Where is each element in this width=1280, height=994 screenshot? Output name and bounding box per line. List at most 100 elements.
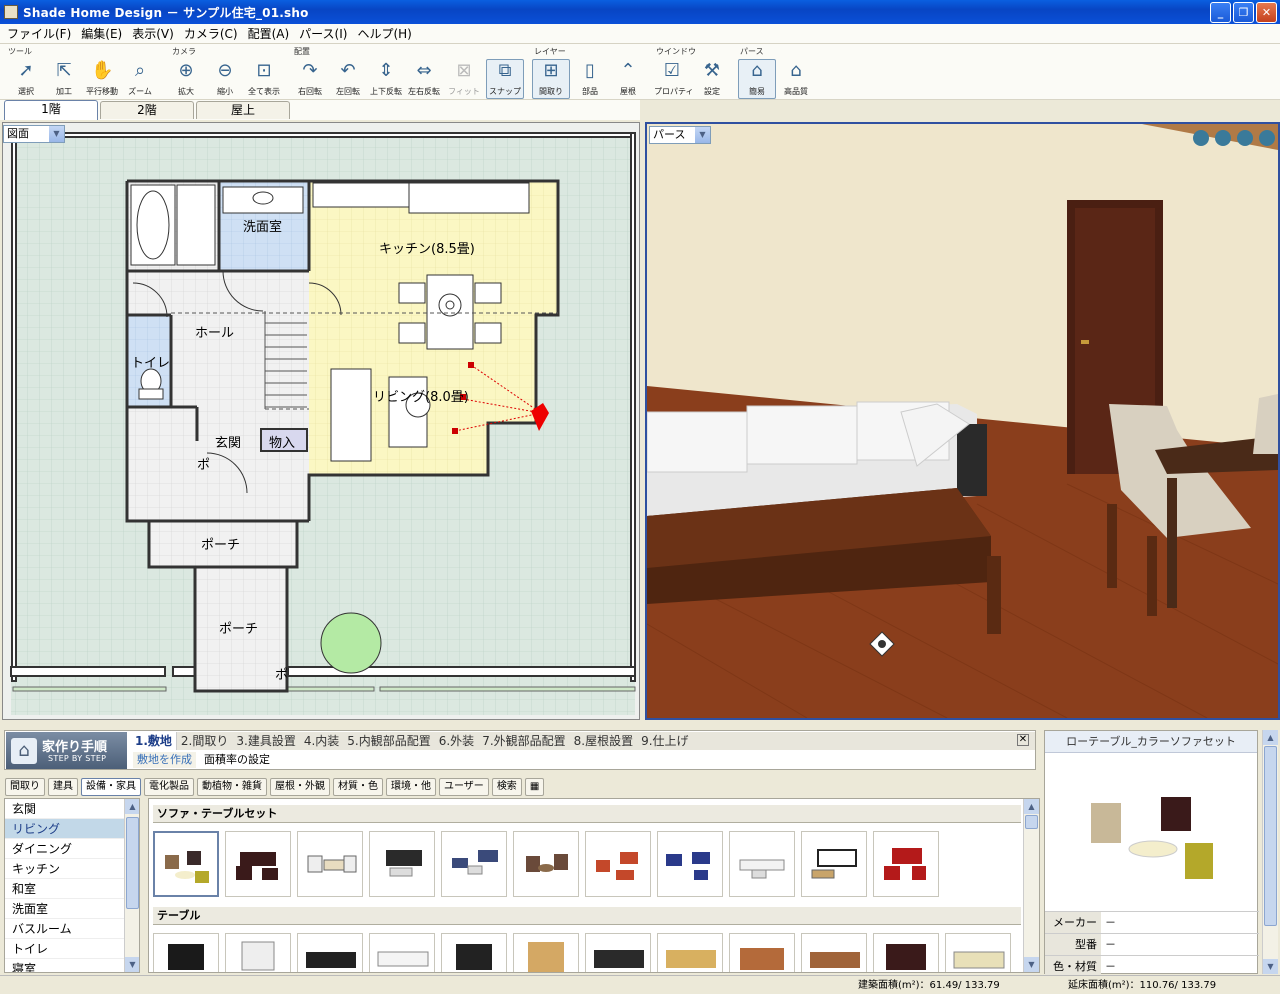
furniture-thumb[interactable]	[657, 831, 723, 897]
menu-place[interactable]: 配置(A)	[243, 25, 295, 42]
room-item-kitchen[interactable]: キッチン	[5, 859, 125, 879]
flip-vertical-button[interactable]: ⇕ 上下反転	[368, 60, 404, 100]
menu-perspective[interactable]: パース(I)	[294, 25, 352, 42]
step-exterior-parts[interactable]: 7.外観部品配置	[478, 732, 569, 750]
room-item-washroom[interactable]: 洗面室	[5, 899, 125, 919]
furniture-thumb[interactable]	[873, 831, 939, 897]
zoom-in-button[interactable]: ⊕ 拡大	[168, 60, 204, 100]
close-button[interactable]: ✕	[1256, 2, 1277, 23]
furniture-thumb[interactable]	[297, 831, 363, 897]
step-site[interactable]: 1.敷地	[131, 732, 177, 750]
room-item-living[interactable]: リビング	[5, 819, 125, 839]
tab-materials[interactable]: 材質・色	[333, 778, 383, 796]
scroll-down-icon[interactable]: ▼	[1263, 959, 1278, 974]
furniture-thumb[interactable]	[513, 933, 579, 972]
preview-scrollbar[interactable]: ▲ ▼	[1262, 730, 1278, 974]
show-all-button[interactable]: ⊡ 全て表示	[246, 60, 282, 100]
menu-help[interactable]: ヘルプ(H)	[352, 25, 416, 42]
furniture-thumb[interactable]	[729, 831, 795, 897]
furniture-thumb[interactable]	[369, 933, 435, 972]
tab-floor-1[interactable]: 1階	[4, 100, 98, 120]
tab-plants[interactable]: 動植物・雑貨	[197, 778, 267, 796]
furniture-thumb[interactable]	[585, 831, 651, 897]
scroll-thumb[interactable]	[1025, 815, 1038, 829]
layer-layout-button[interactable]: ⊞ 間取り	[532, 59, 570, 99]
grid-view-icon[interactable]: ▦	[524, 778, 545, 796]
gallery-scrollbar[interactable]: ▲ ▼	[1023, 799, 1039, 972]
tab-roof-exterior[interactable]: 屋根・外観	[270, 778, 330, 796]
tab-user[interactable]: ユーザー	[439, 778, 489, 796]
property-button[interactable]: ☑ プロパティ	[654, 60, 694, 100]
scroll-up-icon[interactable]: ▲	[125, 799, 139, 814]
edit-button[interactable]: ⇱ 加工	[46, 60, 82, 100]
tab-environment[interactable]: 環境・他	[386, 778, 436, 796]
furniture-thumb[interactable]	[657, 933, 723, 972]
furniture-thumb[interactable]	[873, 933, 939, 972]
furniture-thumb[interactable]	[801, 933, 867, 972]
layer-parts-button[interactable]: ▯ 部品	[572, 60, 608, 100]
step-interior[interactable]: 4.内装	[300, 732, 343, 750]
room-item-japanese[interactable]: 和室	[5, 879, 125, 899]
substep-create-site[interactable]: 敷地を作成	[133, 752, 196, 768]
select-button[interactable]: ➚ 選択	[8, 60, 44, 100]
step-finish[interactable]: 9.仕上げ	[637, 732, 692, 750]
close-icon[interactable]: ✕	[1017, 734, 1029, 746]
scroll-down-icon[interactable]: ▼	[1024, 957, 1039, 972]
room-item-dining[interactable]: ダイニング	[5, 839, 125, 859]
furniture-thumb[interactable]	[513, 831, 579, 897]
tab-rooftop[interactable]: 屋上	[196, 101, 290, 119]
furniture-thumb[interactable]	[801, 831, 867, 897]
flip-horizontal-button[interactable]: ⇔ 左右反転	[406, 60, 442, 100]
furniture-thumb[interactable]	[729, 933, 795, 972]
step-exterior[interactable]: 6.外装	[435, 732, 478, 750]
minimize-button[interactable]: _	[1210, 2, 1231, 23]
furniture-thumb[interactable]	[297, 933, 363, 972]
tab-layout[interactable]: 間取り	[5, 778, 45, 796]
pan-button[interactable]: ✋ 平行移動	[84, 60, 120, 100]
substep-area-ratio[interactable]: 面積率の設定	[204, 752, 270, 768]
scroll-up-icon[interactable]: ▲	[1263, 730, 1278, 745]
scroll-thumb[interactable]	[1264, 746, 1277, 926]
layer-roof-button[interactable]: ⌃ 屋根	[610, 60, 646, 100]
rotate-right-button[interactable]: ↷ 右回転	[292, 60, 328, 100]
floor-plan-canvas[interactable]: ホール 洗面室 キッチン(8.5畳) トイレ リビング(8.0畳) 玄関 物入 …	[3, 123, 639, 719]
menu-camera[interactable]: カメラ(C)	[179, 25, 243, 42]
floor-plan-view[interactable]: ホール 洗面室 キッチン(8.5畳) トイレ リビング(8.0畳) 玄関 物入 …	[2, 122, 640, 720]
tab-search[interactable]: 検索	[491, 778, 522, 796]
furniture-thumb[interactable]	[225, 933, 291, 972]
furniture-thumb[interactable]	[369, 831, 435, 897]
scroll-thumb[interactable]	[126, 817, 139, 909]
snap-button[interactable]: ⧉ スナップ	[486, 59, 524, 99]
furniture-thumb[interactable]	[153, 933, 219, 972]
tab-appliances[interactable]: 電化製品	[144, 778, 194, 796]
zoom-out-button[interactable]: ⊖ 縮小	[207, 60, 243, 100]
step-layout[interactable]: 2.間取り	[177, 732, 232, 750]
step-roof[interactable]: 8.屋根設置	[570, 732, 637, 750]
menu-edit[interactable]: 編集(E)	[76, 25, 127, 42]
furniture-thumb[interactable]	[225, 831, 291, 897]
furniture-thumb[interactable]	[945, 933, 1011, 972]
rotate-left-button[interactable]: ↶ 左回転	[330, 60, 366, 100]
maximize-button[interactable]: ❐	[1233, 2, 1254, 23]
step-fittings[interactable]: 3.建具設置	[232, 732, 299, 750]
room-item-bedroom[interactable]: 寝室	[5, 959, 125, 972]
scroll-down-icon[interactable]: ▼	[125, 957, 139, 972]
perspective-canvas[interactable]	[646, 124, 1279, 719]
plan-view-select[interactable]: 図面 ▼	[3, 125, 65, 143]
furniture-thumb[interactable]	[441, 831, 507, 897]
room-item-entrance[interactable]: 玄関	[5, 799, 125, 819]
fit-button[interactable]: ⊠ フィット	[446, 60, 482, 100]
furniture-thumb[interactable]	[585, 933, 651, 972]
simple-render-button[interactable]: ⌂ 簡易	[738, 59, 776, 99]
quality-render-button[interactable]: ⌂ 高品質	[778, 60, 814, 100]
menu-file[interactable]: ファイル(F)	[2, 25, 76, 42]
furniture-thumb[interactable]	[441, 933, 507, 972]
scroll-up-icon[interactable]: ▲	[1024, 799, 1039, 814]
tab-furniture[interactable]: 設備・家具	[81, 778, 141, 796]
perspective-view[interactable]: パース ▼	[645, 122, 1280, 720]
zoom-button[interactable]: ⌕ ズーム	[122, 60, 158, 100]
settings-button[interactable]: ⚒ 設定	[694, 60, 730, 100]
step-interior-parts[interactable]: 5.内観部品配置	[343, 732, 434, 750]
tab-fittings[interactable]: 建具	[48, 778, 78, 796]
room-item-toilet[interactable]: トイレ	[5, 939, 125, 959]
